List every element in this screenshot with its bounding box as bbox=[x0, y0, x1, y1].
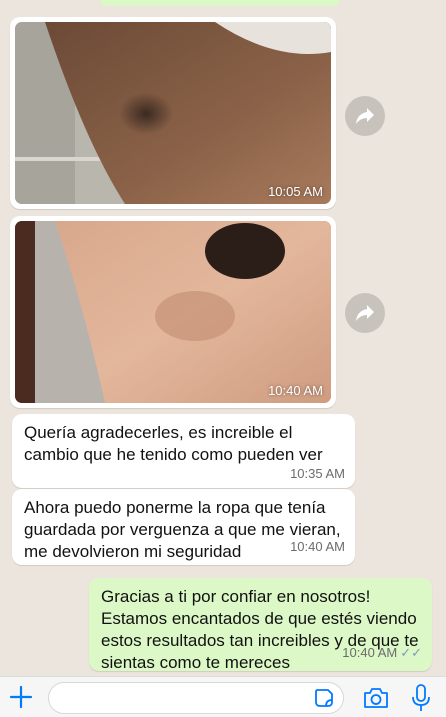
camera-button[interactable] bbox=[362, 685, 390, 711]
message-3-status: 10:40 AM ✓✓ bbox=[342, 642, 422, 664]
message-1-line-2: cambio que he tenido como pueden ver bbox=[24, 445, 323, 464]
photo-message-1[interactable]: 10:05 AM bbox=[10, 17, 336, 209]
photo-1-timestamp: 10:05 AM bbox=[268, 184, 323, 199]
photo-message-2[interactable]: 10:40 AM bbox=[10, 216, 336, 408]
message-3-timestamp: 10:40 AM bbox=[342, 645, 398, 660]
incoming-message-2[interactable]: Ahora puedo ponerme la ropa que tenía gu… bbox=[12, 489, 355, 565]
message-input-box[interactable] bbox=[48, 682, 344, 714]
photo-2-timestamp: 10:40 AM bbox=[268, 383, 323, 398]
message-3-line-2: Estamos encantados de que estés viendo bbox=[101, 609, 417, 628]
message-2-timestamp: 10:40 AM bbox=[290, 539, 345, 554]
composer-bar bbox=[0, 676, 446, 717]
attach-button[interactable] bbox=[8, 684, 34, 710]
forward-arrow-icon bbox=[356, 108, 374, 124]
outgoing-message-1[interactable]: Gracias a ti por confiar en nosotros! Es… bbox=[89, 578, 432, 672]
previous-message-edge bbox=[100, 0, 340, 6]
message-1-line-1: Quería agradecerles, es increible el bbox=[24, 423, 293, 442]
plus-icon bbox=[9, 685, 33, 709]
photo-1[interactable]: 10:05 AM bbox=[15, 22, 331, 204]
photo-1-image bbox=[15, 22, 331, 204]
incoming-message-1[interactable]: Quería agradecerles, es increible el cam… bbox=[12, 414, 355, 488]
photo-2[interactable]: 10:40 AM bbox=[15, 221, 331, 403]
forward-button-1[interactable] bbox=[345, 96, 385, 136]
chat-area: 10:05 AM 10:40 AM Quería agradecerles, e… bbox=[0, 0, 446, 676]
microphone-button[interactable] bbox=[410, 683, 432, 713]
microphone-icon bbox=[412, 684, 430, 711]
forward-button-2[interactable] bbox=[345, 293, 385, 333]
message-input[interactable] bbox=[61, 683, 311, 711]
photo-2-image bbox=[15, 221, 331, 403]
camera-icon bbox=[364, 688, 388, 708]
sticker-button[interactable] bbox=[313, 687, 335, 709]
forward-arrow-icon bbox=[356, 305, 374, 321]
message-1-timestamp: 10:35 AM bbox=[290, 466, 345, 481]
message-2-line-1: Ahora puedo ponerme la ropa que tenía bbox=[24, 498, 326, 517]
double-check-icon: ✓✓ bbox=[400, 645, 422, 660]
sticker-icon bbox=[315, 689, 333, 707]
message-3-line-1: Gracias a ti por confiar en nosotros! bbox=[101, 587, 371, 606]
